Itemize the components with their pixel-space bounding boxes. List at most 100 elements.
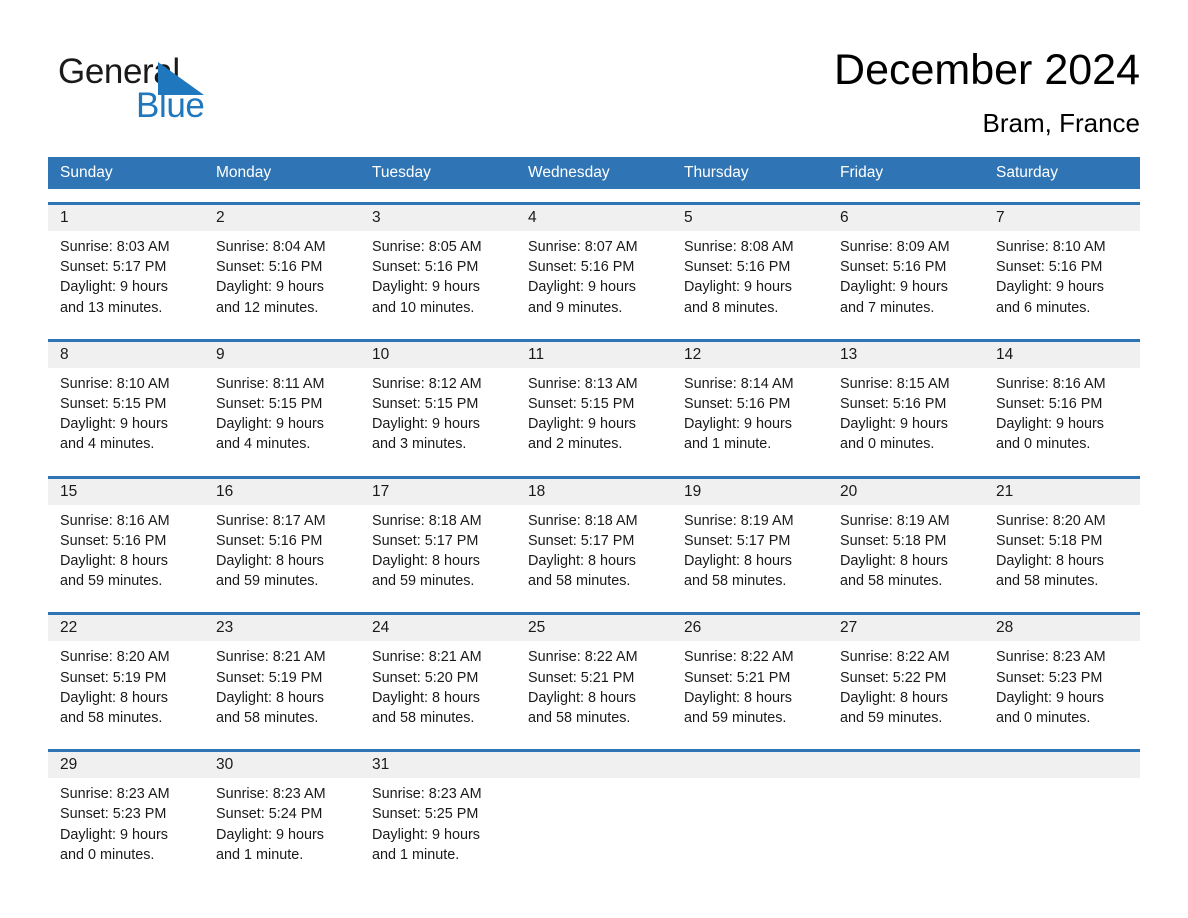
daylight-text: Daylight: 9 hours — [372, 279, 480, 296]
week-body: Sunrise: 8:20 AM Sunset: 5:19 PM Dayligh… — [48, 641, 1140, 737]
sunset-text: Sunset: 5:15 PM — [528, 396, 635, 413]
day-cell[interactable]: Sunrise: 8:21 AM Sunset: 5:20 PM Dayligh… — [360, 641, 516, 736]
daylight-text-cont: and 9 minutes. — [528, 299, 623, 316]
sunset-text: Sunset: 5:16 PM — [840, 259, 947, 276]
daylight-text-cont: and 59 minutes. — [372, 573, 475, 590]
daylight-text: Daylight: 9 hours — [60, 416, 168, 433]
title-block: December 2024 Bram, France — [834, 44, 1140, 140]
sunset-text: Sunset: 5:16 PM — [840, 396, 947, 413]
day-cell[interactable]: Sunrise: 8:12 AM Sunset: 5:15 PM Dayligh… — [360, 368, 516, 463]
daylight-text: Daylight: 8 hours — [60, 689, 168, 706]
day-cell[interactable]: Sunrise: 8:14 AM Sunset: 5:16 PM Dayligh… — [672, 368, 828, 463]
daylight-text: Daylight: 9 hours — [528, 279, 636, 296]
sunset-text: Sunset: 5:18 PM — [840, 532, 947, 549]
day-number: 28 — [996, 619, 1014, 637]
daylight-text-cont: and 59 minutes. — [216, 573, 319, 590]
sunrise-text: Sunrise: 8:20 AM — [60, 649, 170, 666]
day-cell[interactable]: Sunrise: 8:13 AM Sunset: 5:15 PM Dayligh… — [516, 368, 672, 463]
day-cell[interactable]: Sunrise: 8:20 AM Sunset: 5:18 PM Dayligh… — [984, 505, 1140, 600]
sunrise-text: Sunrise: 8:20 AM — [996, 512, 1106, 529]
day-cell[interactable]: Sunrise: 8:23 AM Sunset: 5:25 PM Dayligh… — [360, 778, 516, 873]
day-cell[interactable]: Sunrise: 8:18 AM Sunset: 5:17 PM Dayligh… — [516, 505, 672, 600]
day-number: 19 — [684, 482, 702, 500]
sunrise-text: Sunrise: 8:21 AM — [372, 649, 482, 666]
daylight-text: Daylight: 8 hours — [216, 689, 324, 706]
day-cell[interactable]: Sunrise: 8:20 AM Sunset: 5:19 PM Dayligh… — [48, 641, 204, 736]
day-cell[interactable]: Sunrise: 8:08 AM Sunset: 5:16 PM Dayligh… — [672, 231, 828, 326]
day-cell[interactable]: Sunrise: 8:23 AM Sunset: 5:23 PM Dayligh… — [48, 778, 204, 873]
page-header: General Blue December 2024 Bram, France — [48, 44, 1140, 154]
daylight-text-cont: and 1 minute. — [372, 846, 460, 863]
daylight-text-cont: and 2 minutes. — [528, 436, 623, 453]
sunset-text: Sunset: 5:17 PM — [528, 532, 635, 549]
sunset-text: Sunset: 5:16 PM — [996, 259, 1103, 276]
daylight-text: Daylight: 8 hours — [372, 553, 480, 570]
day-cell[interactable]: Sunrise: 8:23 AM Sunset: 5:23 PM Dayligh… — [984, 641, 1140, 736]
week-daynumber-band: 8 9 10 11 12 13 14 — [48, 341, 1140, 368]
day-cell[interactable]: Sunrise: 8:22 AM Sunset: 5:21 PM Dayligh… — [516, 641, 672, 736]
day-number: 1 — [60, 209, 69, 226]
sunset-text: Sunset: 5:16 PM — [528, 259, 635, 276]
daylight-text: Daylight: 8 hours — [840, 689, 948, 706]
sunrise-text: Sunrise: 8:04 AM — [216, 239, 326, 255]
day-cell[interactable]: Sunrise: 8:04 AM Sunset: 5:16 PM Dayligh… — [204, 231, 360, 326]
day-number: 31 — [372, 756, 390, 774]
day-number: 27 — [840, 619, 858, 637]
daylight-text: Daylight: 9 hours — [840, 279, 948, 296]
day-number: 2 — [216, 209, 225, 226]
day-number: 10 — [372, 345, 390, 363]
calendar-page: General Blue December 2024 Bram, France … — [0, 0, 1188, 918]
day-cell[interactable]: Sunrise: 8:22 AM Sunset: 5:21 PM Dayligh… — [672, 641, 828, 736]
calendar-grid: Sunday Monday Tuesday Wednesday Thursday… — [48, 157, 1140, 874]
sunrise-text: Sunrise: 8:07 AM — [528, 239, 638, 255]
day-cell-empty — [516, 778, 672, 873]
day-cell[interactable]: Sunrise: 8:19 AM Sunset: 5:17 PM Dayligh… — [672, 505, 828, 600]
sunset-text: Sunset: 5:16 PM — [684, 396, 791, 413]
day-cell[interactable]: Sunrise: 8:16 AM Sunset: 5:16 PM Dayligh… — [984, 368, 1140, 463]
daylight-text: Daylight: 8 hours — [528, 553, 636, 570]
sunset-text: Sunset: 5:19 PM — [216, 669, 323, 686]
sunrise-text: Sunrise: 8:11 AM — [216, 375, 325, 392]
sunset-text: Sunset: 5:24 PM — [216, 806, 323, 823]
daylight-text-cont: and 0 minutes. — [60, 846, 155, 863]
day-cell[interactable]: Sunrise: 8:15 AM Sunset: 5:16 PM Dayligh… — [828, 368, 984, 463]
day-cell[interactable]: Sunrise: 8:17 AM Sunset: 5:16 PM Dayligh… — [204, 505, 360, 600]
day-cell[interactable]: Sunrise: 8:16 AM Sunset: 5:16 PM Dayligh… — [48, 505, 204, 600]
daylight-text-cont: and 10 minutes. — [372, 299, 475, 316]
sunset-text: Sunset: 5:23 PM — [60, 806, 167, 823]
daylight-text-cont: and 6 minutes. — [996, 299, 1091, 316]
daylight-text-cont: and 0 minutes. — [840, 436, 935, 453]
daylight-text-cont: and 58 minutes. — [840, 573, 943, 590]
daylight-text-cont: and 12 minutes. — [216, 299, 319, 316]
day-cell[interactable]: Sunrise: 8:11 AM Sunset: 5:15 PM Dayligh… — [204, 368, 360, 463]
week-row: 8 9 10 11 12 13 14 Sunrise: 8:10 AM Suns… — [48, 338, 1140, 463]
sunset-text: Sunset: 5:17 PM — [372, 532, 479, 549]
sunset-text: Sunset: 5:16 PM — [216, 259, 323, 276]
day-cell[interactable]: Sunrise: 8:23 AM Sunset: 5:24 PM Dayligh… — [204, 778, 360, 873]
day-cell[interactable]: Sunrise: 8:10 AM Sunset: 5:16 PM Dayligh… — [984, 231, 1140, 326]
day-cell[interactable]: Sunrise: 8:07 AM Sunset: 5:16 PM Dayligh… — [516, 231, 672, 326]
sunset-text: Sunset: 5:18 PM — [996, 532, 1103, 549]
brand-logo[interactable]: General Blue — [58, 52, 348, 136]
day-cell[interactable]: Sunrise: 8:05 AM Sunset: 5:16 PM Dayligh… — [360, 231, 516, 326]
daylight-text-cont: and 58 minutes. — [528, 710, 631, 727]
day-cell[interactable]: Sunrise: 8:22 AM Sunset: 5:22 PM Dayligh… — [828, 641, 984, 736]
sunrise-text: Sunrise: 8:10 AM — [60, 375, 170, 392]
day-cell[interactable]: Sunrise: 8:09 AM Sunset: 5:16 PM Dayligh… — [828, 231, 984, 326]
week-row: 15 16 17 18 19 20 21 Sunrise: 8:16 AM Su… — [48, 475, 1140, 600]
day-cell[interactable]: Sunrise: 8:19 AM Sunset: 5:18 PM Dayligh… — [828, 505, 984, 600]
sunrise-text: Sunrise: 8:23 AM — [372, 786, 482, 803]
weekday-header-row: Sunday Monday Tuesday Wednesday Thursday… — [48, 157, 1140, 189]
day-cell[interactable]: Sunrise: 8:18 AM Sunset: 5:17 PM Dayligh… — [360, 505, 516, 600]
day-cell[interactable]: Sunrise: 8:03 AM Sunset: 5:17 PM Dayligh… — [48, 231, 204, 326]
sunrise-text: Sunrise: 8:23 AM — [60, 786, 170, 803]
day-cell[interactable]: Sunrise: 8:10 AM Sunset: 5:15 PM Dayligh… — [48, 368, 204, 463]
daylight-text-cont: and 3 minutes. — [372, 436, 467, 453]
sunrise-text: Sunrise: 8:08 AM — [684, 239, 794, 255]
sunrise-text: Sunrise: 8:03 AM — [60, 239, 170, 255]
day-number: 15 — [60, 482, 78, 500]
daylight-text-cont: and 59 minutes. — [840, 710, 943, 727]
day-cell[interactable]: Sunrise: 8:21 AM Sunset: 5:19 PM Dayligh… — [204, 641, 360, 736]
daylight-text-cont: and 59 minutes. — [684, 710, 787, 727]
week-body: Sunrise: 8:23 AM Sunset: 5:23 PM Dayligh… — [48, 778, 1140, 874]
